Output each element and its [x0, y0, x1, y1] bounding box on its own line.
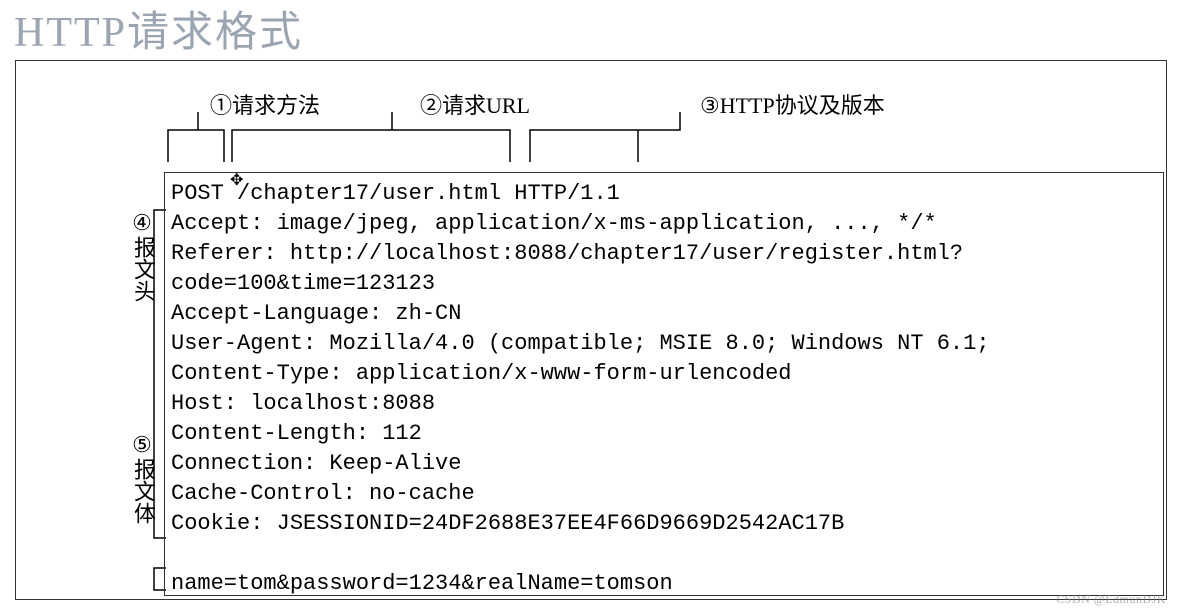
header-referer-cont: code=100&time=123123	[171, 271, 435, 296]
header-referer: Referer: http://localhost:8088/chapter17…	[171, 241, 963, 266]
header-content-type: Content-Type: application/x-www-form-url…	[171, 361, 792, 386]
request-body: name=tom&password=1234&realName=tomson	[171, 571, 673, 596]
header-accept-language: Accept-Language: zh-CN	[171, 301, 461, 326]
label-headers: ④ 报文头	[130, 210, 154, 308]
watermark: CSDN @EdmunDJK	[1056, 592, 1166, 607]
page-title: HTTP请求格式	[14, 0, 303, 59]
bracket-url	[232, 112, 522, 172]
label-protocol-version: ③HTTP协议及版本	[700, 88, 885, 120]
header-content-length: Content-Length: 112	[171, 421, 422, 446]
bracket-method	[168, 112, 238, 172]
http-request-box: POST /chapter17/user.html HTTP/1.1 Accep…	[164, 172, 1164, 596]
header-cookie: Cookie: JSESSIONID=24DF2688E37EE4F66D966…	[171, 511, 844, 536]
header-user-agent: User-Agent: Mozilla/4.0 (compatible; MSI…	[171, 331, 990, 356]
header-connection: Connection: Keep-Alive	[171, 451, 461, 476]
label-body: ⑤ 报文体	[130, 432, 154, 530]
request-line: POST /chapter17/user.html HTTP/1.1	[171, 181, 620, 206]
header-cache-control: Cache-Control: no-cache	[171, 481, 475, 506]
header-accept: Accept: image/jpeg, application/x-ms-app…	[171, 211, 937, 236]
header-host: Host: localhost:8088	[171, 391, 435, 416]
bracket-protocol	[530, 112, 700, 172]
